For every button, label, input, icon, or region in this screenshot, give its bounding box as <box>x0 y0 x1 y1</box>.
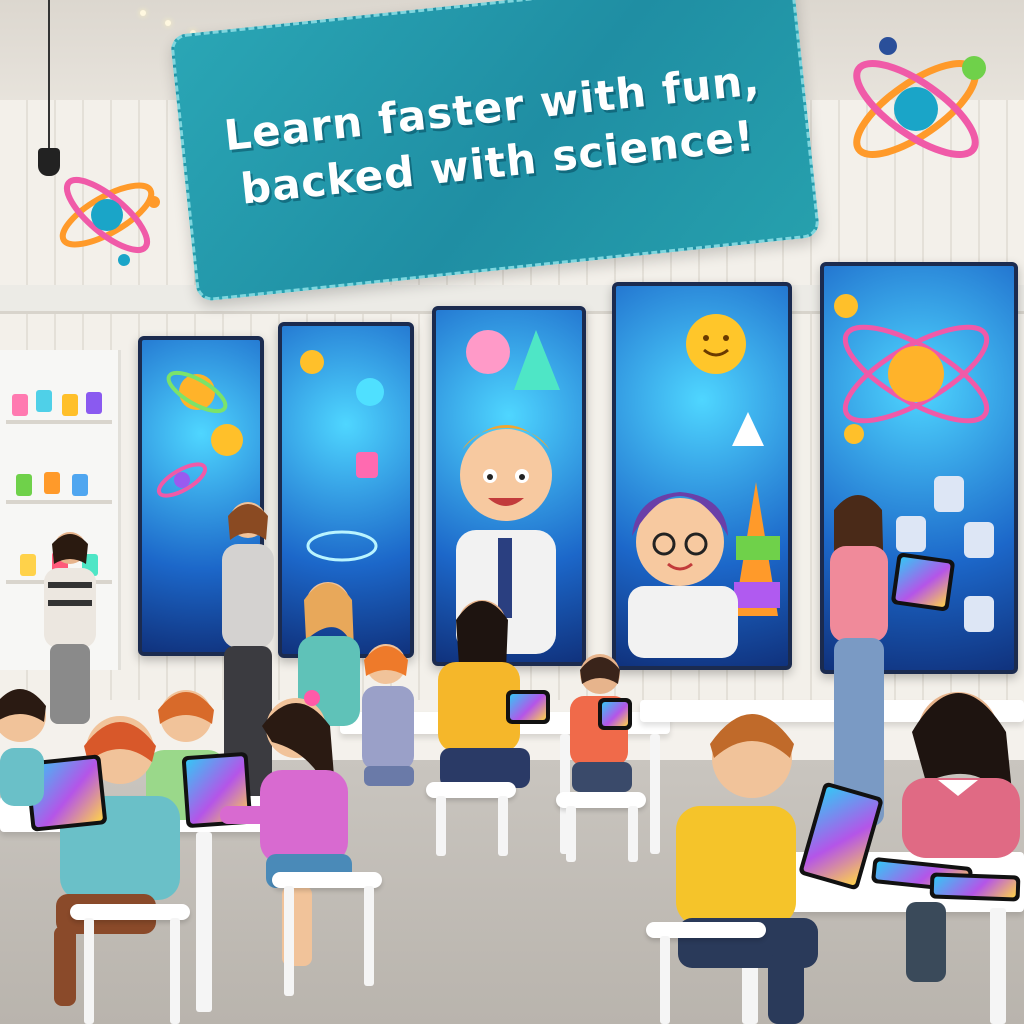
child-figure <box>0 689 46 806</box>
pendant-lamp <box>48 0 50 150</box>
sun-icon <box>686 314 746 374</box>
teacher-character <box>628 314 782 658</box>
display-panel <box>612 282 792 670</box>
tablet-icon <box>929 872 1021 902</box>
tablet-icon <box>506 690 550 724</box>
child-figure <box>54 716 180 1006</box>
atom-icon <box>853 37 986 158</box>
child-figure <box>902 692 1020 982</box>
atom-icon <box>59 177 160 266</box>
triangle-icon <box>514 330 560 390</box>
classroom-scene: Learn faster with fun, backed with scien… <box>0 0 1024 1024</box>
tablet-icon <box>598 698 632 730</box>
child-figure <box>362 644 414 786</box>
ceiling-light <box>140 10 146 16</box>
ceiling-light <box>165 20 171 26</box>
tablet-icon <box>890 552 956 612</box>
